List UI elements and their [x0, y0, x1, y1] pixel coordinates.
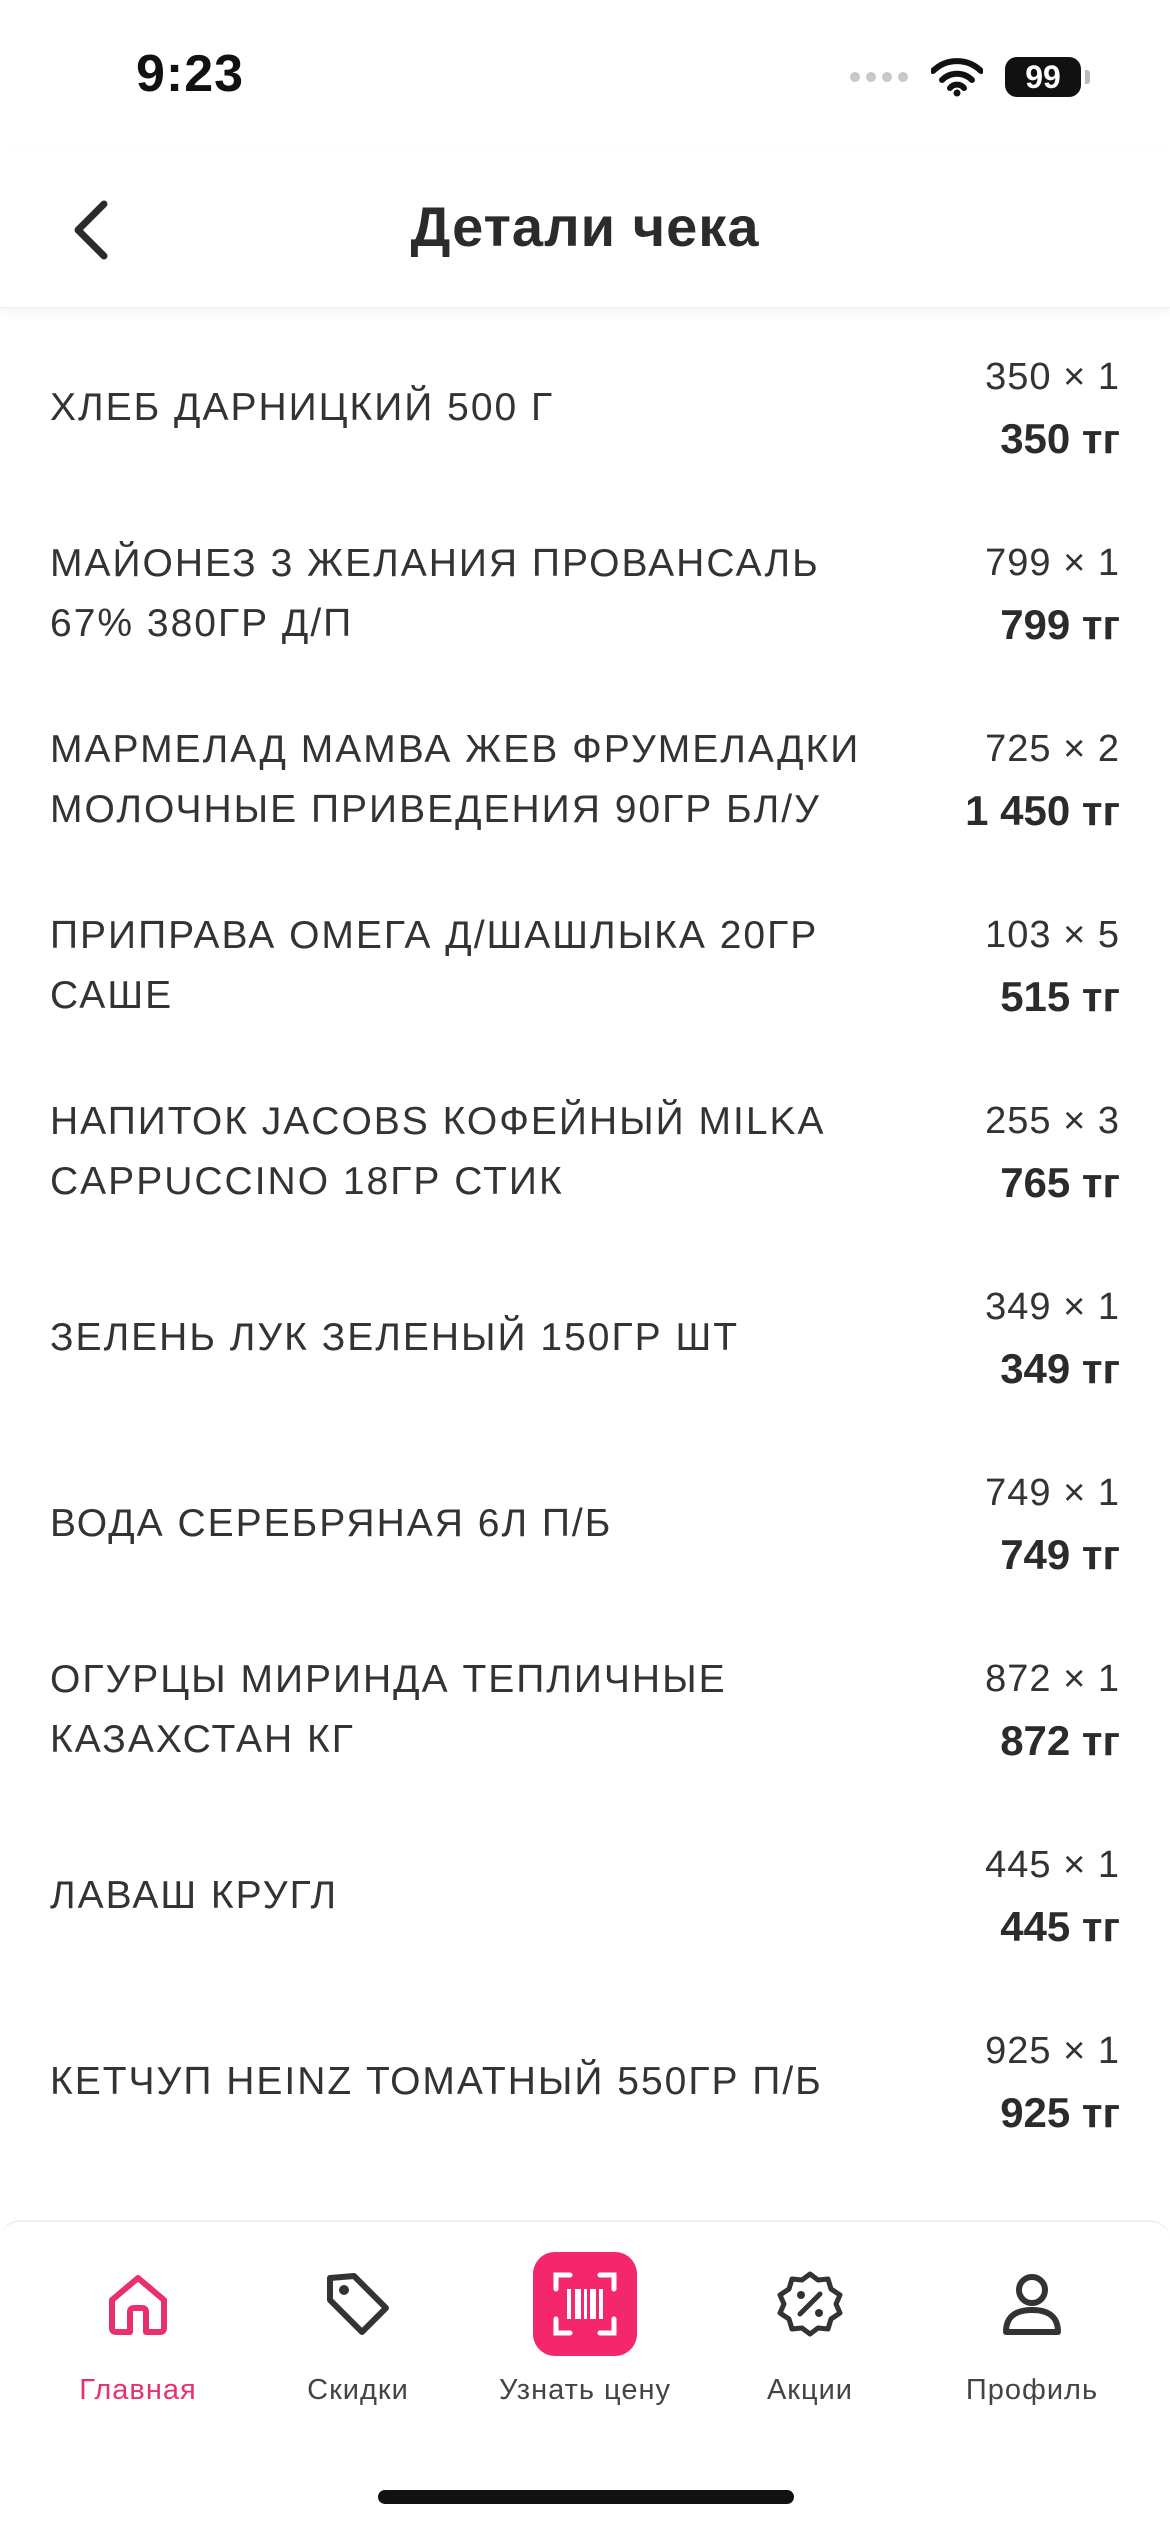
item-price: 725 × 2 1 450 тг [920, 718, 1120, 842]
receipt-item: ЛАВАШ КРУГЛ 445 × 1 445 тг [0, 1803, 1170, 1989]
tab-profile-label: Профиль [965, 2374, 1099, 2406]
item-total: 350 тг [1000, 415, 1120, 462]
item-total: 749 тг [1000, 1531, 1120, 1578]
home-icon [86, 2252, 190, 2356]
tab-home[interactable]: Главная [28, 2252, 248, 2422]
item-total: 1 450 тг [965, 787, 1120, 834]
receipt-item: ПРИПРАВА ОМЕГА Д/ШАШЛЫКА 20ГР САШЕ 103 ×… [0, 873, 1170, 1059]
item-price: 255 × 3 765 тг [920, 1090, 1120, 1214]
item-unit-qty: 445 × 1 [985, 1844, 1120, 1886]
tab-profile[interactable]: Профиль [922, 2252, 1142, 2422]
receipt-item: НАПИТОК JACOBS КОФЕЙНЫЙ MILKA CAPPUCCINO… [0, 1059, 1170, 1245]
tab-promotions[interactable]: Акции [700, 2252, 920, 2422]
item-unit-qty: 799 × 1 [985, 542, 1120, 584]
battery-icon: 99 [1005, 57, 1090, 97]
receipt-item: ОГУРЦЫ МИРИНДА ТЕПЛИЧНЫЕ КАЗАХСТАН КГ 87… [0, 1617, 1170, 1803]
bottom-tab-bar: Главная Скидки Узнать цену Акции Профиль [0, 2220, 1170, 2532]
cellular-signal-icon [850, 72, 908, 82]
item-total: 925 тг [1000, 2089, 1120, 2136]
battery-cap [1085, 70, 1090, 84]
item-name: ВОДА СЕРЕБРЯНАЯ 6Л П/Б [50, 1502, 613, 1545]
page-title: Детали чека [410, 195, 760, 258]
item-price: 872 × 1 872 тг [920, 1648, 1120, 1772]
item-total: 799 тг [1000, 601, 1120, 648]
screen: 9:23 99 Детали чека ХЛЕБ ДАРНИЦКИЙ 500 Г… [0, 0, 1170, 2532]
item-unit-qty: 103 × 5 [985, 914, 1120, 956]
item-name: НАПИТОК JACOBS КОФЕЙНЫЙ MILKA CAPPUCCINO… [50, 1100, 824, 1203]
item-total: 445 тг [1000, 1903, 1120, 1950]
item-price: 103 × 5 515 тг [920, 904, 1120, 1028]
receipt-items-list: ХЛЕБ ДАРНИЦКИЙ 500 Г 350 × 1 350 тг МАЙО… [0, 315, 1170, 2175]
item-unit-qty: 725 × 2 [985, 728, 1120, 770]
receipt-item: МАРМЕЛАД МАМВА ЖЕВ ФРУМЕЛАДКИ МОЛОЧНЫЕ П… [0, 687, 1170, 873]
item-price: 925 × 1 925 тг [920, 2020, 1120, 2144]
receipt-item: ХЛЕБ ДАРНИЦКИЙ 500 Г 350 × 1 350 тг [0, 315, 1170, 501]
item-total: 872 тг [1000, 1717, 1120, 1764]
tab-discounts[interactable]: Скидки [248, 2252, 468, 2422]
receipt-item: МАЙОНЕЗ 3 ЖЕЛАНИЯ ПРОВАНСАЛЬ 67% 380ГР Д… [0, 501, 1170, 687]
item-name: МАЙОНЕЗ 3 ЖЕЛАНИЯ ПРОВАНСАЛЬ 67% 380ГР Д… [50, 542, 820, 645]
home-indicator [378, 2490, 794, 2504]
status-bar: 9:23 99 [0, 0, 1170, 150]
item-price: 349 × 1 349 тг [920, 1276, 1120, 1400]
tag-icon [306, 2252, 410, 2356]
item-unit-qty: 255 × 3 [985, 1100, 1120, 1142]
tab-home-label: Главная [79, 2374, 197, 2406]
item-unit-qty: 925 × 1 [985, 2030, 1120, 2072]
item-unit-qty: 350 × 1 [985, 356, 1120, 398]
item-name: ЛАВАШ КРУГЛ [50, 1874, 339, 1917]
tab-discounts-label: Скидки [307, 2374, 409, 2406]
item-unit-qty: 749 × 1 [985, 1472, 1120, 1514]
user-icon [980, 2252, 1084, 2356]
item-price: 445 × 1 445 тг [920, 1834, 1120, 1958]
item-name: КЕТЧУП HEINZ ТОМАТНЫЙ 550ГР П/Б [50, 2060, 823, 2103]
tab-promotions-label: Акции [766, 2374, 854, 2406]
item-name: ХЛЕБ ДАРНИЦКИЙ 500 Г [50, 386, 555, 429]
item-total: 515 тг [1000, 973, 1120, 1020]
item-total: 765 тг [1000, 1159, 1120, 1206]
receipt-item: ЗЕЛЕНЬ ЛУК ЗЕЛЕНЫЙ 150ГР ШТ 349 × 1 349 … [0, 1245, 1170, 1431]
wifi-icon [931, 58, 983, 97]
receipt-item: КЕТЧУП HEINZ ТОМАТНЫЙ 550ГР П/Б 925 × 1 … [0, 1989, 1170, 2175]
tab-price-check-label: Узнать цену [499, 2374, 671, 2406]
item-total: 349 тг [1000, 1345, 1120, 1392]
percent-badge-icon [758, 2252, 862, 2356]
item-price: 749 × 1 749 тг [920, 1462, 1120, 1586]
receipt-item: ВОДА СЕРЕБРЯНАЯ 6Л П/Б 749 × 1 749 тг [0, 1431, 1170, 1617]
status-time: 9:23 [136, 45, 245, 103]
status-indicators: 99 [849, 52, 1090, 102]
header: Детали чека [0, 150, 1170, 308]
item-unit-qty: 872 × 1 [985, 1658, 1120, 1700]
tab-price-check[interactable]: Узнать цену [475, 2252, 695, 2422]
item-unit-qty: 349 × 1 [985, 1286, 1120, 1328]
battery-level: 99 [1005, 57, 1081, 97]
item-price: 799 × 1 799 тг [920, 532, 1120, 656]
item-name: МАРМЕЛАД МАМВА ЖЕВ ФРУМЕЛАДКИ МОЛОЧНЫЕ П… [50, 728, 861, 831]
item-name: ОГУРЦЫ МИРИНДА ТЕПЛИЧНЫЕ КАЗАХСТАН КГ [50, 1658, 727, 1761]
item-name: ПРИПРАВА ОМЕГА Д/ШАШЛЫКА 20ГР САШЕ [50, 914, 819, 1017]
barcode-scan-icon [533, 2252, 637, 2356]
item-name: ЗЕЛЕНЬ ЛУК ЗЕЛЕНЫЙ 150ГР ШТ [50, 1316, 740, 1359]
item-price: 350 × 1 350 тг [920, 346, 1120, 470]
